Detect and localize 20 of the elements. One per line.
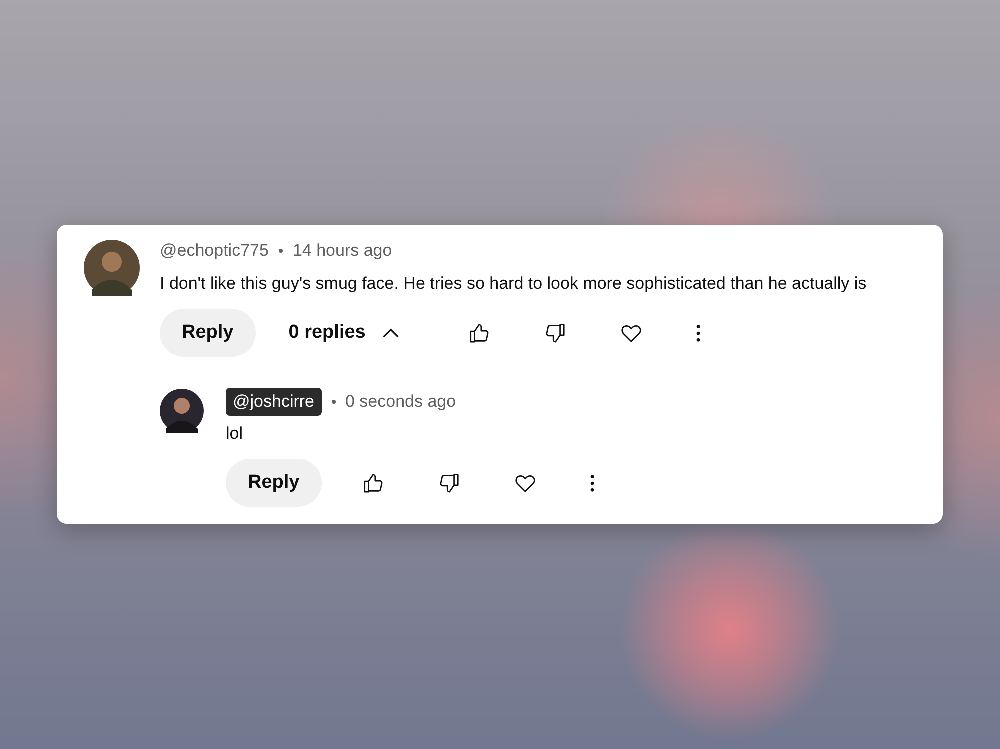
- comment-text: I don't like this guy's smug face. He tries so hard to look more sophisticated than he actually is: [160, 273, 868, 295]
- timestamp: 14 hours ago: [292, 241, 392, 261]
- avatar[interactable]: [160, 389, 204, 433]
- reply-button[interactable]: Reply: [160, 309, 256, 357]
- comment-text: lol: [226, 423, 244, 445]
- replies-toggle[interactable]: 0 replies: [288, 322, 400, 344]
- thumbs-down-icon[interactable]: [544, 322, 567, 344]
- thumbs-up-icon[interactable]: [362, 472, 385, 494]
- more-options-icon[interactable]: [590, 474, 595, 492]
- avatar[interactable]: [84, 240, 140, 296]
- caret-icon: [382, 328, 400, 338]
- thumbs-down-icon[interactable]: [438, 472, 461, 494]
- author-handle[interactable]: @echoptic775: [160, 241, 269, 261]
- thumbs-up-icon[interactable]: [468, 322, 491, 344]
- author-handle[interactable]: @joshcirre: [226, 388, 322, 416]
- more-options-icon[interactable]: [696, 324, 701, 342]
- separator-dot-icon: [332, 400, 336, 404]
- timestamp: 0 seconds ago: [346, 392, 456, 412]
- reply-button[interactable]: Reply: [226, 459, 322, 507]
- separator-dot-icon: [278, 249, 283, 253]
